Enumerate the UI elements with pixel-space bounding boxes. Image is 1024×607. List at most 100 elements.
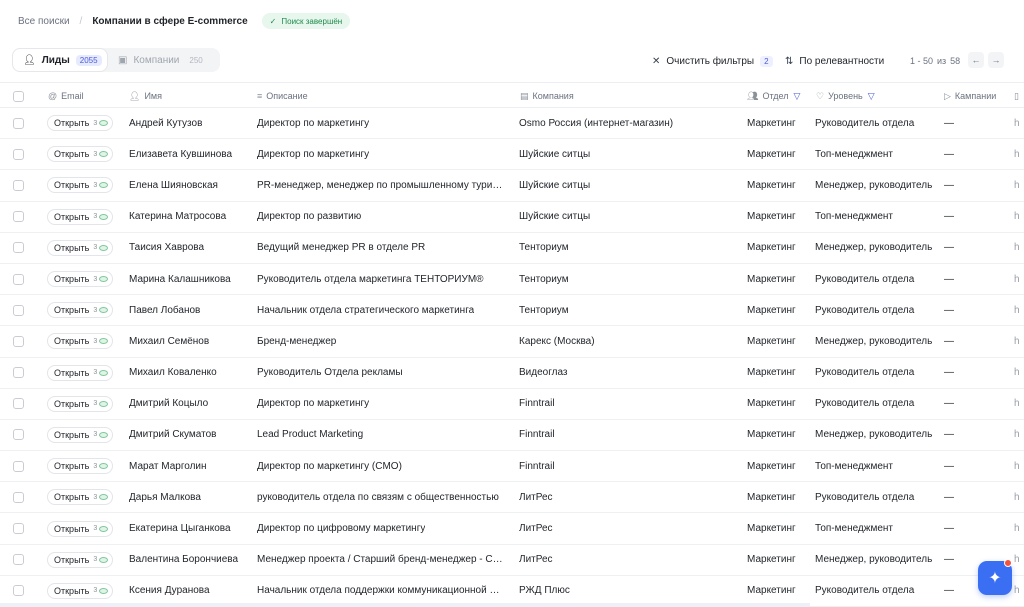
horizontal-scrollbar[interactable] (0, 603, 810, 607)
breadcrumb-all-searches[interactable]: Все поиски (18, 16, 70, 27)
table-row[interactable]: Открыть 3 Павел Лобанов Начальник отдела… (0, 295, 1024, 327)
open-email-button[interactable]: Открыть 3 (47, 115, 114, 132)
company-cell[interactable]: Шуйские ситцы (519, 139, 739, 169)
company-cell[interactable]: Шуйские ситцы (519, 202, 739, 232)
filter-icon[interactable]: ▽ (793, 91, 800, 102)
open-email-button[interactable]: Открыть 3 (47, 302, 114, 319)
table-row[interactable]: Открыть 3 Марина Калашникова Руководител… (0, 264, 1024, 296)
column-department[interactable]: 👥︎ Отдел ▽ (747, 83, 800, 109)
open-email-button[interactable]: Открыть 3 (47, 582, 114, 599)
column-description[interactable]: ≡ Описание (257, 83, 308, 109)
name-cell[interactable]: Елизавета Кувшинова (129, 139, 251, 169)
company-cell[interactable]: Видеоглаз (519, 358, 739, 388)
table-row[interactable]: Открыть 3 Дмитрий Скуматов Lead Product … (0, 420, 1024, 452)
name-cell[interactable]: Павел Лобанов (129, 295, 251, 325)
name-cell[interactable]: Дарья Малкова (129, 482, 251, 512)
row-checkbox[interactable] (13, 139, 24, 169)
name-cell[interactable]: Андрей Кутузов (129, 108, 251, 138)
column-level[interactable]: ♡ Уровень ▽ (816, 83, 875, 109)
tab-companies[interactable]: ▣ Компании 250 (108, 48, 220, 72)
open-email-button[interactable]: Открыть 3 (47, 458, 114, 475)
company-cell[interactable]: ЛитРес (519, 482, 739, 512)
table-row[interactable]: Открыть 3 Марат Марголин Директор по мар… (0, 451, 1024, 483)
open-email-button[interactable]: Открыть 3 (47, 551, 114, 568)
column-campaigns[interactable]: ▷ Кампании (944, 83, 996, 109)
name-cell[interactable]: Катерина Матросова (129, 202, 251, 232)
column-name[interactable]: 👤︎ Имя (129, 83, 162, 109)
company-cell[interactable]: РЖД Плюс (519, 576, 739, 606)
name-cell[interactable]: Михаил Семёнов (129, 326, 251, 356)
department-cell: Маркетинг (747, 335, 796, 347)
filter-icon[interactable]: ▽ (868, 91, 875, 102)
name-cell[interactable]: Елена Шияновская (129, 170, 251, 200)
column-company[interactable]: ▤ Компания (520, 83, 574, 109)
row-checkbox[interactable] (13, 264, 24, 294)
row-checkbox[interactable] (13, 482, 24, 512)
open-email-button[interactable]: Открыть 3 (47, 177, 114, 194)
table-row[interactable]: Открыть 3 Михаил Коваленко Руководитель … (0, 358, 1024, 389)
table-row[interactable]: Открыть 3 Елена Шияновская PR-менеджер, … (0, 170, 1024, 202)
table-row[interactable]: Открыть 3 Дарья Малкова руководитель отд… (0, 482, 1024, 514)
name-cell[interactable]: Валентина Борончиева (129, 545, 251, 575)
tab-leads[interactable]: 👤︎ Лиды 2055 (12, 48, 108, 72)
name-cell[interactable]: Ксения Дуранова (129, 576, 251, 606)
select-all-checkbox[interactable] (13, 83, 24, 109)
company-cell[interactable]: ЛитРес (519, 513, 739, 543)
open-email-button[interactable]: Открыть 3 (47, 239, 114, 256)
company-cell[interactable]: Шуйские ситцы (519, 170, 739, 200)
name-cell[interactable]: Марина Калашникова (129, 264, 251, 294)
name-cell[interactable]: Михаил Коваленко (129, 358, 251, 388)
name-cell[interactable]: Екатерина Цыганкова (129, 513, 251, 543)
row-checkbox[interactable] (13, 170, 24, 200)
campaigns-cell: — (944, 148, 954, 160)
row-checkbox[interactable] (13, 451, 24, 481)
company-cell[interactable]: Карекс (Москва) (519, 326, 739, 356)
open-email-button[interactable]: Открыть 3 (47, 489, 114, 506)
table-row[interactable]: Открыть 3 Валентина Борончиева Менеджер … (0, 545, 1024, 576)
name-cell[interactable]: Марат Марголин (129, 451, 251, 481)
row-checkbox[interactable] (13, 295, 24, 325)
row-checkbox[interactable] (13, 233, 24, 263)
open-email-button[interactable]: Открыть 3 (47, 146, 114, 163)
row-checkbox[interactable] (13, 576, 24, 606)
open-email-button[interactable]: Открыть 3 (47, 271, 114, 288)
company-cell[interactable]: Finntrail (519, 451, 739, 481)
table-row[interactable]: Открыть 3 Андрей Кутузов Директор по мар… (0, 108, 1024, 140)
table-row[interactable]: Открыть 3 Екатерина Цыганкова Директор п… (0, 513, 1024, 545)
company-cell[interactable]: Finntrail (519, 420, 739, 450)
company-cell[interactable]: Finntrail (519, 389, 739, 419)
table-row[interactable]: Открыть 3 Таисия Хаврова Ведущий менедже… (0, 233, 1024, 264)
table-row[interactable]: Открыть 3 Михаил Семёнов Бренд-менеджер … (0, 326, 1024, 358)
name-cell[interactable]: Дмитрий Коцыло (129, 389, 251, 419)
open-email-button[interactable]: Открыть 3 (47, 364, 114, 381)
company-cell[interactable]: Тенториум (519, 295, 739, 325)
row-checkbox[interactable] (13, 326, 24, 356)
row-checkbox[interactable] (13, 420, 24, 450)
table-row[interactable]: Открыть 3 Елизавета Кувшинова Директор п… (0, 139, 1024, 171)
name-cell[interactable]: Таисия Хаврова (129, 233, 251, 263)
row-checkbox[interactable] (13, 545, 24, 575)
open-email-button[interactable]: Открыть 3 (47, 333, 114, 350)
column-more[interactable]: ▯ (1014, 83, 1023, 109)
open-email-button[interactable]: Открыть 3 (47, 208, 114, 225)
row-checkbox[interactable] (13, 389, 24, 419)
row-checkbox[interactable] (13, 202, 24, 232)
table-row[interactable]: Открыть 3 Катерина Матросова Директор по… (0, 202, 1024, 233)
company-cell[interactable]: Тенториум (519, 264, 739, 294)
prev-page-button[interactable]: ← (968, 52, 984, 68)
sort-button[interactable]: ⇅ По релевантности (785, 53, 884, 69)
column-email[interactable]: @ Email (48, 83, 84, 109)
company-cell[interactable]: ЛитРес (519, 545, 739, 575)
open-email-button[interactable]: Открыть 3 (47, 395, 114, 412)
row-checkbox[interactable] (13, 358, 24, 388)
next-page-button[interactable]: → (988, 52, 1004, 68)
company-cell[interactable]: Osmo Россия (интернет-магазин) (519, 108, 739, 138)
row-checkbox[interactable] (13, 108, 24, 138)
row-checkbox[interactable] (13, 513, 24, 543)
name-cell[interactable]: Дмитрий Скуматов (129, 420, 251, 450)
company-cell[interactable]: Тенториум (519, 233, 739, 263)
table-row[interactable]: Открыть 3 Дмитрий Коцыло Директор по мар… (0, 389, 1024, 420)
open-email-button[interactable]: Открыть 3 (47, 426, 114, 443)
clear-filters-button[interactable]: ✕ Очистить фильтры 2 (652, 53, 773, 69)
open-email-button[interactable]: Открыть 3 (47, 520, 114, 537)
